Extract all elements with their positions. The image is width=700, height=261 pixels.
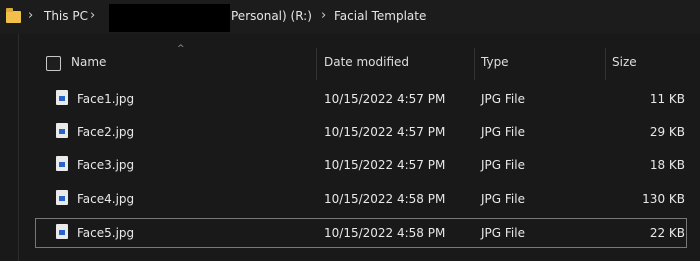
navigation-pane-divider [18,34,19,261]
file-row[interactable]: Face1.jpg 10/15/2022 4:57 PM JPG File 11… [30,84,700,114]
breadcrumb-current-folder[interactable]: Facial Template [334,9,426,23]
file-size: 130 KB [642,192,685,206]
file-date-modified: 10/15/2022 4:57 PM [324,125,446,139]
column-header-type[interactable]: Type [481,55,509,69]
column-header-date-modified[interactable]: Date modified [324,55,409,69]
file-date-modified: 10/15/2022 4:58 PM [324,192,446,206]
address-bar[interactable]: › This PC › Personal) (R:) › Facial Temp… [0,0,700,34]
column-divider[interactable] [605,48,606,80]
file-size: 22 KB [649,226,685,240]
file-size: 11 KB [649,92,685,106]
column-divider[interactable] [474,48,475,80]
file-row[interactable]: Face3.jpg 10/15/2022 4:57 PM JPG File 18… [30,150,700,180]
sort-ascending-icon: ^ [177,44,185,54]
jpg-file-icon [56,123,68,138]
redacted-region [109,4,230,32]
jpg-file-icon [56,90,68,105]
column-header-size[interactable]: Size [612,55,637,69]
file-row[interactable]: Face2.jpg 10/15/2022 4:57 PM JPG File 29… [30,117,700,147]
chevron-right-icon[interactable]: › [28,8,33,23]
jpg-file-icon [56,224,68,239]
file-type: JPG File [481,92,525,106]
file-type: JPG File [481,125,525,139]
file-size: 18 KB [649,158,685,172]
file-name: Face3.jpg [77,158,135,172]
file-type: JPG File [481,226,525,240]
column-header-row: ^ Name Date modified Type Size [30,44,700,80]
file-date-modified: 10/15/2022 4:57 PM [324,158,446,172]
file-row-selected[interactable]: Face5.jpg 10/15/2022 4:58 PM JPG File 22… [35,218,687,248]
chevron-right-icon[interactable]: › [321,8,326,23]
column-header-name[interactable]: Name [71,55,106,69]
jpg-file-icon [56,156,68,171]
file-name: Face1.jpg [77,92,135,106]
file-type: JPG File [481,158,525,172]
breadcrumb-drive[interactable]: Personal) (R:) [231,9,312,23]
file-date-modified: 10/15/2022 4:57 PM [324,92,446,106]
breadcrumb-this-pc[interactable]: This PC [44,9,88,23]
file-size: 29 KB [649,125,685,139]
file-type: JPG File [481,192,525,206]
select-all-checkbox[interactable] [46,56,61,71]
column-divider[interactable] [316,48,317,80]
file-name: Face2.jpg [77,125,135,139]
file-name: Face4.jpg [77,192,135,206]
jpg-file-icon [56,190,68,205]
file-name: Face5.jpg [77,226,135,240]
file-row[interactable]: Face4.jpg 10/15/2022 4:58 PM JPG File 13… [30,184,700,214]
folder-icon [6,8,21,23]
chevron-right-icon[interactable]: › [90,8,95,23]
file-date-modified: 10/15/2022 4:58 PM [324,226,446,240]
